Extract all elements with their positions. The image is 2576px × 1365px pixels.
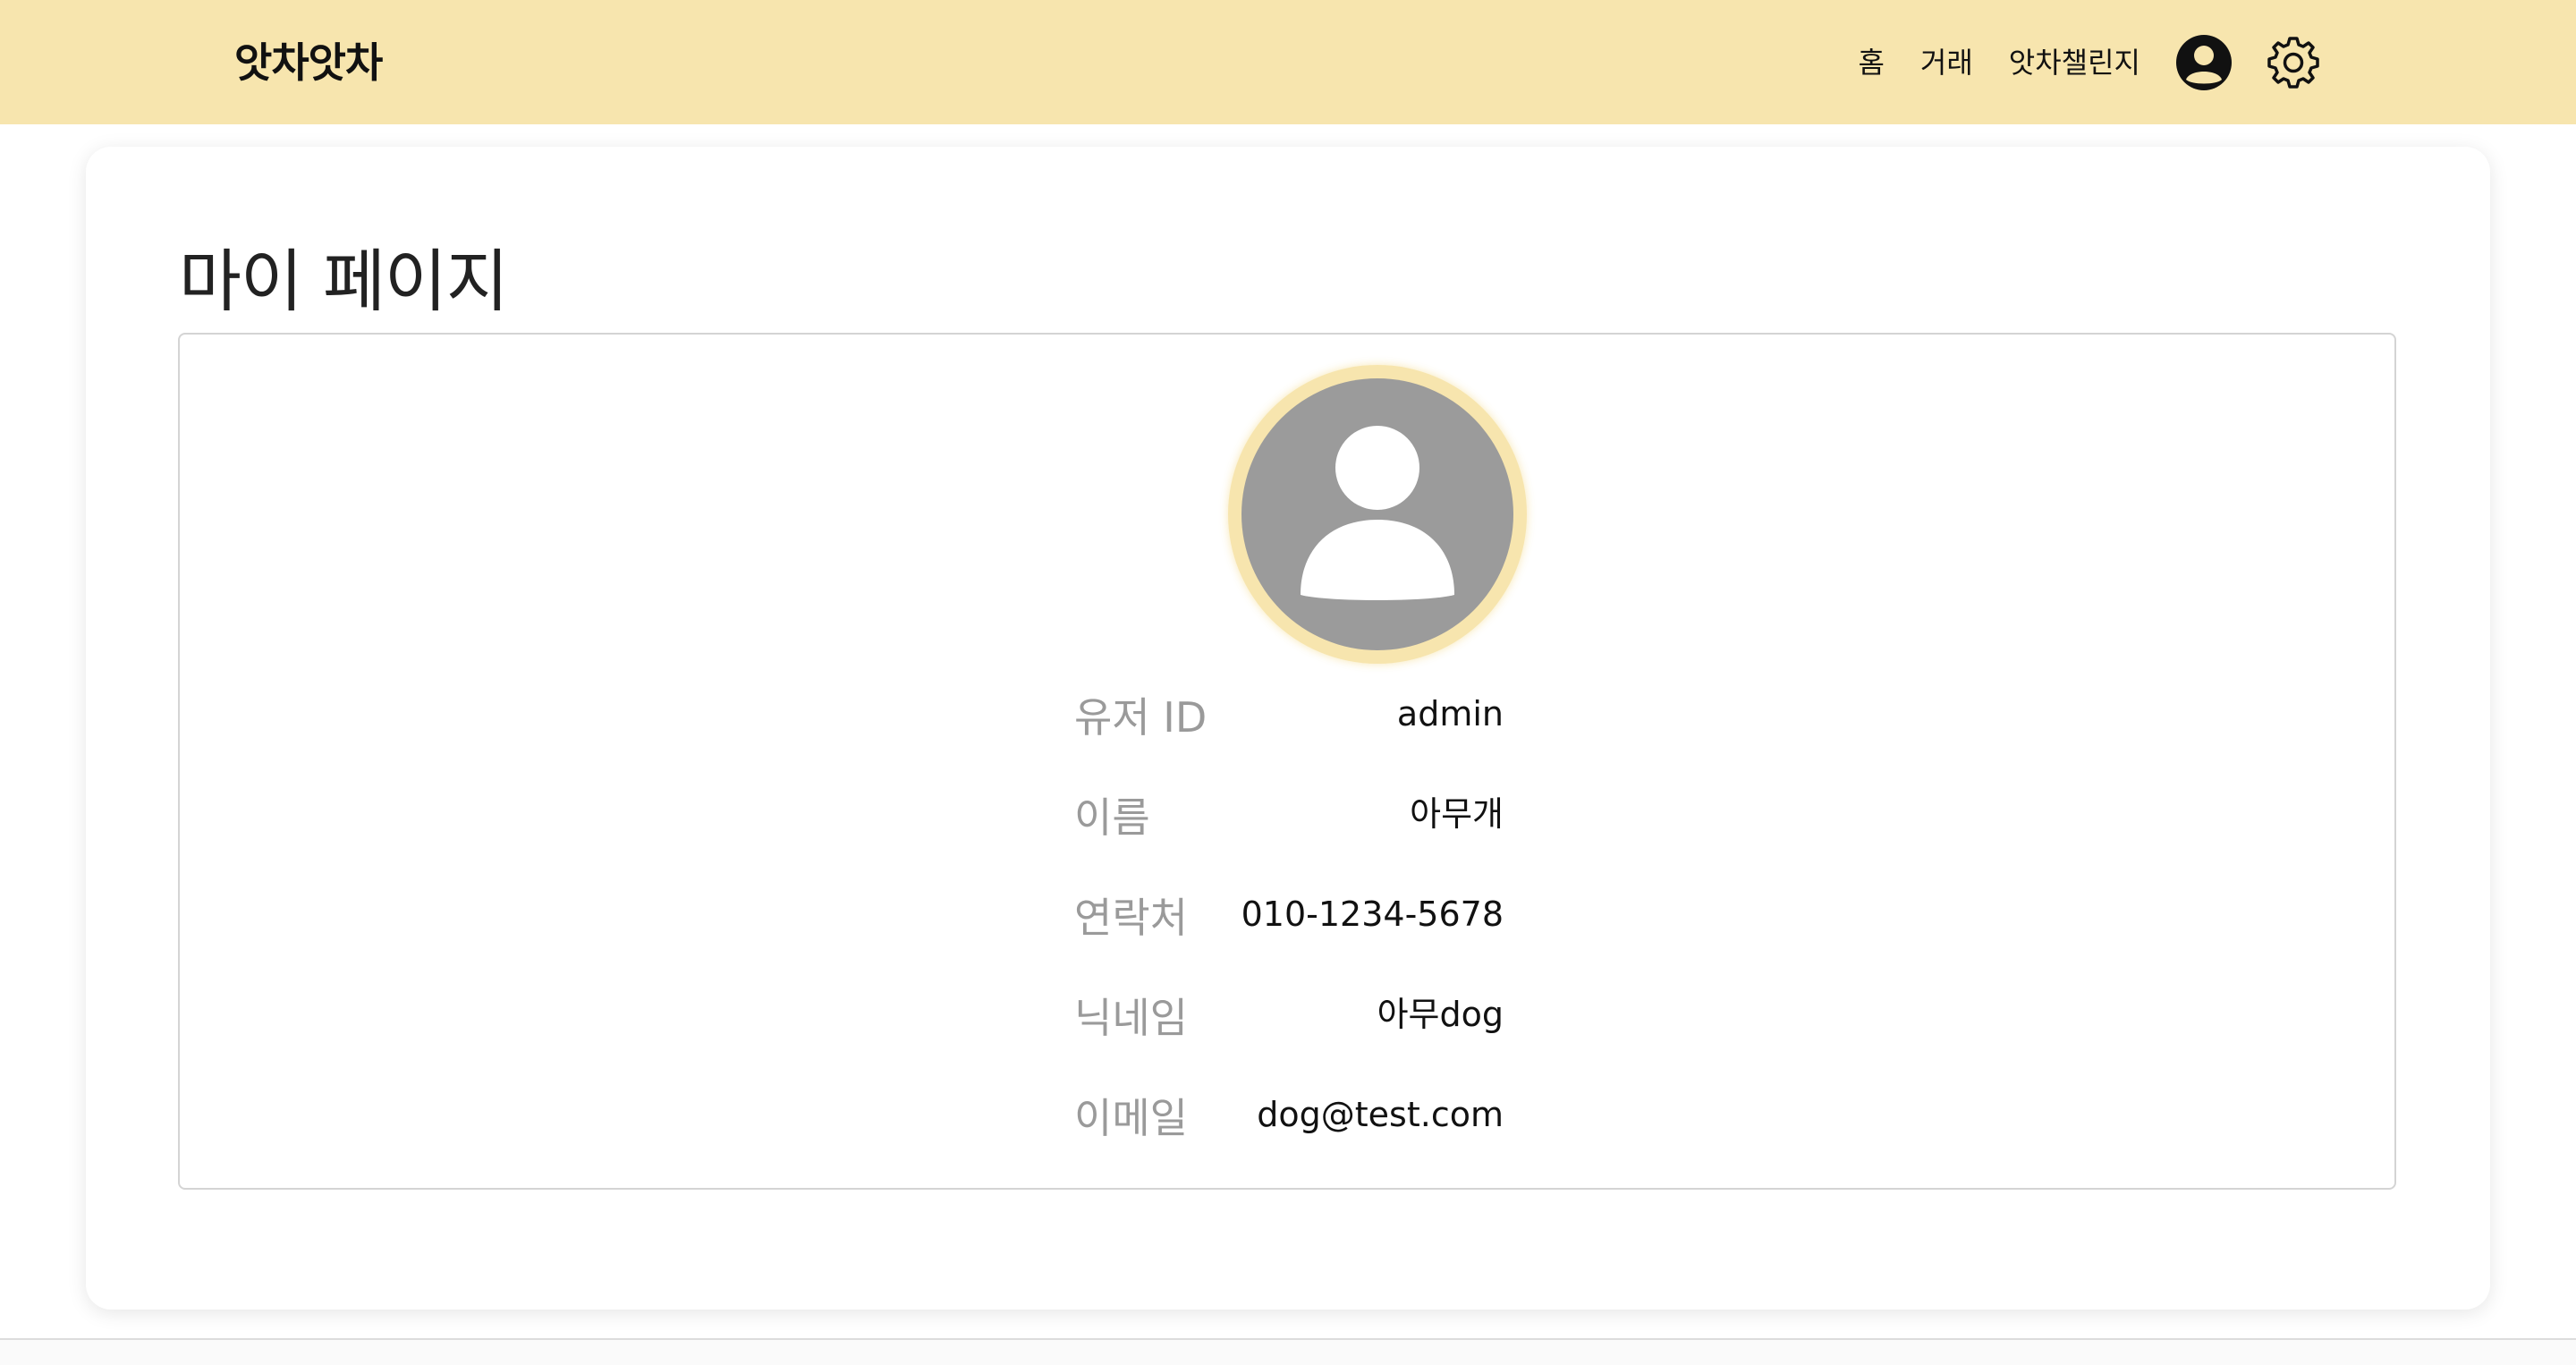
default-user-avatar-icon	[1301, 426, 1454, 600]
profile-info-box: 유저 ID admin 이름 아무개 연락처 010-1234-5678 닉네임…	[178, 333, 2396, 1190]
phone-label: 연락처	[1074, 894, 1188, 942]
nav-trade-link[interactable]: 거래	[1920, 30, 1973, 95]
brand-logo[interactable]: 앗차앗차	[234, 34, 383, 91]
mypage-card: 마이 페이지 유저 ID admin 이름 아무개 연락처 010-1234-5…	[86, 147, 2490, 1310]
email-label: 이메일	[1074, 1094, 1188, 1142]
nav-home-link[interactable]: 홈	[1858, 30, 1884, 95]
info-row-nickname: 닉네임 아무dog	[1074, 982, 1504, 1054]
user-circle-icon[interactable]	[2174, 33, 2233, 92]
avatar	[1228, 365, 1527, 664]
info-row-phone: 연락처 010-1234-5678	[1074, 882, 1504, 954]
nickname-value: 아무dog	[1377, 995, 1504, 1034]
email-value: dog@test.com	[1257, 1095, 1504, 1134]
user-id-value: admin	[1396, 694, 1504, 733]
nav-links: 홈 거래 앗차챌린지	[1858, 30, 2323, 95]
info-row-user-id: 유저 ID admin	[1074, 682, 1504, 753]
page-title: 마이 페이지	[179, 242, 509, 321]
footer	[0, 1340, 2576, 1365]
info-row-name: 이름 아무개	[1074, 782, 1504, 853]
name-label: 이름	[1074, 793, 1150, 842]
phone-value: 010-1234-5678	[1241, 894, 1504, 934]
gear-icon[interactable]	[2264, 33, 2323, 92]
top-navbar: 앗차앗차 홈 거래 앗차챌린지	[0, 0, 2576, 124]
info-row-email: 이메일 dog@test.com	[1074, 1082, 1504, 1154]
avatar-image	[1241, 378, 1513, 650]
user-id-label: 유저 ID	[1074, 693, 1208, 742]
nickname-label: 닉네임	[1074, 994, 1188, 1042]
nav-challenge-link[interactable]: 앗차챌린지	[2009, 30, 2140, 95]
name-value: 아무개	[1410, 794, 1504, 834]
